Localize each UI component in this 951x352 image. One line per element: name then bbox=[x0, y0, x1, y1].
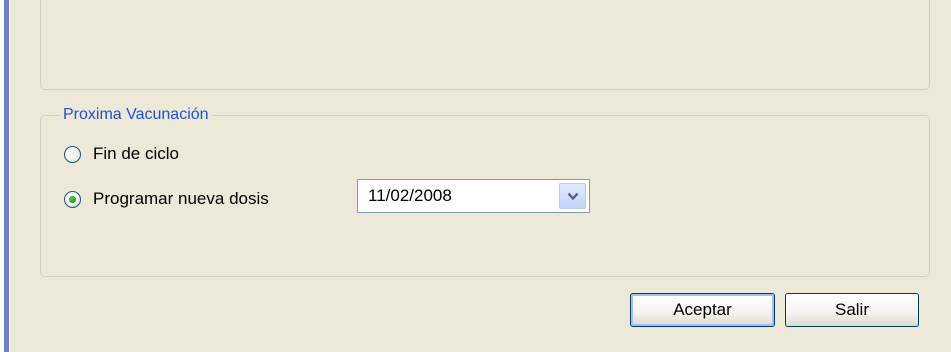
date-value[interactable]: 11/02/2008 bbox=[368, 186, 452, 206]
programar-nueva-dosis-option[interactable]: Programar nueva dosis bbox=[64, 189, 269, 209]
programar-nueva-dosis-radio[interactable] bbox=[64, 190, 81, 208]
proxima-vacunacion-legend: Proxima Vacunación bbox=[60, 106, 212, 124]
proxima-vacunacion-groupbox: Proxima Vacunación Fin de ciclo Programa… bbox=[40, 106, 930, 277]
radio-selected-dot bbox=[69, 195, 76, 203]
programar-nueva-dosis-label[interactable]: Programar nueva dosis bbox=[93, 189, 269, 209]
chevron-down-icon bbox=[567, 192, 578, 200]
upper-groupbox bbox=[40, 0, 930, 90]
dialog-body: Proxima Vacunación Fin de ciclo Programa… bbox=[10, 0, 951, 352]
fin-de-ciclo-label[interactable]: Fin de ciclo bbox=[93, 144, 179, 164]
date-picker[interactable]: 11/02/2008 bbox=[357, 179, 590, 213]
fin-de-ciclo-option[interactable]: Fin de ciclo bbox=[64, 144, 179, 164]
aceptar-button[interactable]: Aceptar bbox=[630, 293, 775, 327]
window-frame-line bbox=[4, 0, 9, 352]
date-dropdown-button[interactable] bbox=[559, 183, 586, 209]
salir-button[interactable]: Salir bbox=[785, 293, 919, 327]
fin-de-ciclo-radio[interactable] bbox=[64, 145, 81, 163]
window-left-border bbox=[0, 0, 10, 352]
